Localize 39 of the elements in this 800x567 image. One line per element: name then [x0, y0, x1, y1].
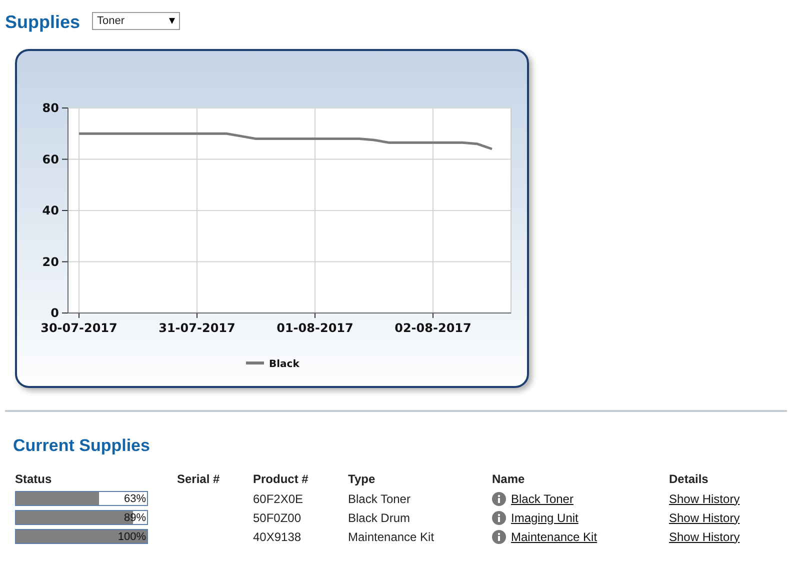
y-tick-label: 40	[42, 204, 59, 218]
product-number: 50F0Z00	[253, 510, 302, 524]
supply-type: Black Toner	[348, 492, 410, 506]
show-history-link[interactable]: Show History	[669, 510, 740, 524]
product-number: 40X9138	[253, 530, 302, 544]
y-tick-label: 60	[42, 152, 59, 166]
legend-swatch	[246, 362, 264, 364]
section-title: Current Supplies	[13, 436, 151, 456]
supply-name-link[interactable]: Black Toner	[511, 492, 574, 506]
status-bar: 63%	[15, 491, 148, 506]
column-header: Type	[348, 472, 376, 488]
x-tick-label: 02-08-2017	[394, 321, 472, 335]
column-header: Details	[669, 472, 710, 488]
supply-name-link[interactable]: Maintenance Kit	[511, 530, 598, 544]
info-icon[interactable]	[492, 492, 506, 506]
show-history-link[interactable]: Show History	[669, 492, 740, 506]
page-title: Supplies	[5, 12, 80, 33]
status-bar: 89%	[15, 510, 148, 525]
supply-type: Maintenance Kit	[348, 530, 434, 544]
info-icon[interactable]	[492, 510, 506, 524]
supply-name-link[interactable]: Imaging Unit	[511, 510, 578, 524]
caret-icon	[169, 18, 176, 24]
x-tick-label: 30-07-2017	[40, 321, 118, 335]
supply-dropdown[interactable]: Toner	[92, 12, 180, 30]
y-tick-label: 0	[50, 306, 59, 320]
y-tick-label: 20	[42, 254, 59, 269]
column-header: Status	[15, 472, 53, 488]
column-header: Name	[492, 472, 526, 488]
y-tick-label: 80	[42, 101, 59, 115]
x-tick-label: 31-07-2017	[158, 321, 236, 335]
legend-label: Black	[269, 359, 300, 370]
x-tick-label: 01-08-2017	[276, 321, 354, 335]
supply-type: Black Drum	[348, 510, 410, 524]
show-history-link[interactable]: Show History	[669, 530, 740, 544]
info-icon[interactable]	[492, 530, 506, 544]
status-bar: 100%	[15, 529, 148, 544]
column-header: Serial #	[177, 472, 221, 488]
column-header: Product #	[253, 472, 310, 488]
product-number: 60F2X0E	[253, 492, 304, 506]
